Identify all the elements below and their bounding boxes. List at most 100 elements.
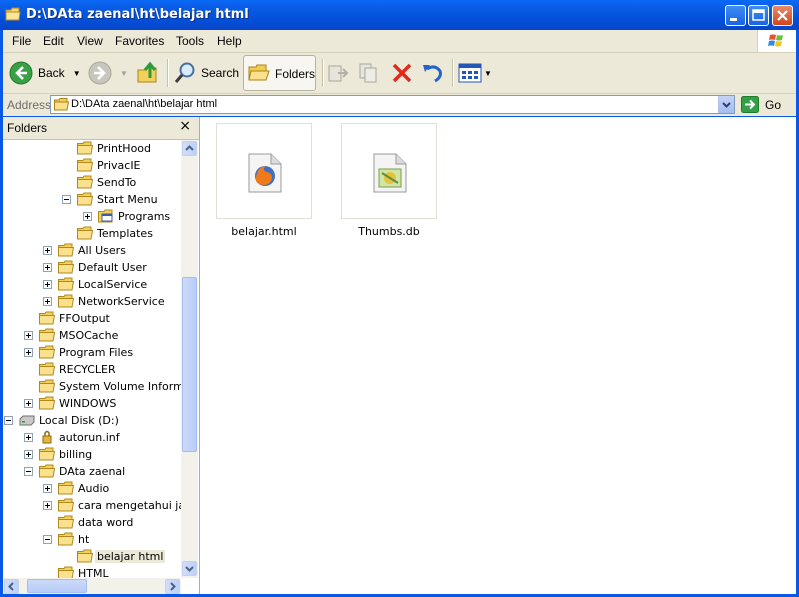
tree-item-label: Program Files: [59, 346, 134, 359]
expand-plus-icon[interactable]: [24, 348, 33, 357]
expand-plus-icon[interactable]: [43, 501, 52, 510]
tree-item[interactable]: ht: [3, 531, 181, 548]
collapse-minus-icon[interactable]: [4, 416, 13, 425]
folder-icon: [77, 549, 94, 563]
tree-item[interactable]: PrintHood: [3, 140, 181, 157]
menu-help[interactable]: Help: [217, 34, 242, 48]
forward-button[interactable]: ▼: [88, 56, 128, 90]
tree-item[interactable]: NetworkService: [3, 293, 181, 310]
expand-plus-icon[interactable]: [24, 433, 33, 442]
scroll-down-button[interactable]: [182, 561, 197, 576]
address-input[interactable]: D:\DAta zaenal\ht\belajar html: [50, 95, 735, 114]
expand-plus-icon[interactable]: [43, 246, 52, 255]
tree-item[interactable]: cara mengetahui jalu: [3, 497, 181, 514]
tree-item[interactable]: Templates: [3, 225, 181, 242]
horizontal-scrollbar[interactable]: [3, 578, 181, 594]
menu-tools[interactable]: Tools: [176, 34, 204, 48]
tree-item-label: belajar html: [95, 550, 166, 563]
folder-icon: [77, 175, 94, 189]
address-dropdown-button[interactable]: [718, 96, 734, 113]
delete-button[interactable]: [390, 56, 414, 90]
tree-item[interactable]: MSOCache: [3, 327, 181, 344]
tree-item[interactable]: SendTo: [3, 174, 181, 191]
minimize-button[interactable]: [725, 5, 746, 26]
menu-edit[interactable]: Edit: [43, 34, 64, 48]
expand-plus-icon[interactable]: [43, 484, 52, 493]
minimize-icon: [730, 18, 737, 21]
expand-plus-icon[interactable]: [24, 450, 33, 459]
tree-item[interactable]: FFOutput: [3, 310, 181, 327]
search-button[interactable]: Search: [173, 56, 239, 90]
scroll-left-button[interactable]: [4, 579, 19, 594]
folders-button[interactable]: Folders: [243, 55, 316, 91]
collapse-minus-icon[interactable]: [24, 467, 33, 476]
tree-item[interactable]: Local Disk (D:): [3, 412, 181, 429]
expand-plus-icon[interactable]: [43, 280, 52, 289]
undo-button[interactable]: [421, 56, 445, 90]
up-folder-button[interactable]: [136, 56, 162, 90]
tree-item[interactable]: Start Menu: [3, 191, 181, 208]
copy-to-button[interactable]: [357, 56, 381, 90]
folders-label: Folders: [275, 67, 316, 81]
tree-item-label: RECYCLER: [59, 363, 116, 376]
scroll-thumb[interactable]: [182, 277, 197, 452]
expand-plus-icon[interactable]: [24, 331, 33, 340]
tree-item[interactable]: Programs: [3, 208, 181, 225]
chevron-up-icon: [185, 145, 194, 151]
tree-item[interactable]: autorun.inf: [3, 429, 181, 446]
tree-item[interactable]: System Volume Informati: [3, 378, 181, 395]
tree-item-label: Programs: [118, 210, 171, 223]
tree-item-label: SendTo: [97, 176, 137, 189]
tree-item-label: NetworkService: [78, 295, 165, 308]
thumbs-db-file-icon: [373, 153, 407, 193]
folders-pane-title: Folders: [7, 121, 48, 135]
move-to-button[interactable]: [326, 56, 350, 90]
collapse-minus-icon[interactable]: [62, 195, 71, 204]
tree-item[interactable]: billing: [3, 446, 181, 463]
folders-pane: Folders × PrintHood PrivacIE SendTo Start M…: [3, 117, 200, 594]
tree-item[interactable]: PrivacIE: [3, 157, 181, 174]
vertical-scrollbar[interactable]: [181, 140, 198, 578]
menu-file[interactable]: File: [12, 34, 31, 48]
folder-icon: [58, 243, 75, 257]
tree-item[interactable]: belajar html: [3, 548, 181, 565]
pane-close-icon[interactable]: ×: [179, 118, 191, 134]
scroll-thumb[interactable]: [27, 579, 87, 593]
scroll-right-button[interactable]: [165, 579, 180, 594]
maximize-button[interactable]: [748, 5, 769, 26]
menu-favorites[interactable]: Favorites: [115, 34, 164, 48]
tree-item[interactable]: WINDOWS: [3, 395, 181, 412]
back-button[interactable]: Back ▼: [9, 56, 81, 90]
tree-item[interactable]: All Users: [3, 242, 181, 259]
folder-icon: [58, 294, 75, 308]
programs-folder-icon: [98, 209, 114, 223]
tree-item[interactable]: Audio: [3, 480, 181, 497]
back-dropdown-icon[interactable]: ▼: [73, 69, 81, 78]
go-button[interactable]: Go: [741, 95, 791, 114]
folder-tree: PrintHood PrivacIE SendTo Start Menu Program…: [3, 140, 181, 578]
file-list-view[interactable]: belajar.html Thumbs.db: [200, 117, 796, 594]
folder-icon: [39, 328, 56, 342]
tree-item[interactable]: HTML: [3, 565, 181, 578]
tree-item[interactable]: Default User: [3, 259, 181, 276]
forward-arrow-icon: [88, 61, 112, 85]
tree-item[interactable]: LocalService: [3, 276, 181, 293]
expand-plus-icon[interactable]: [43, 297, 52, 306]
scroll-up-button[interactable]: [182, 141, 197, 156]
tree-item[interactable]: data word: [3, 514, 181, 531]
folder-icon: [77, 226, 94, 240]
close-icon: [777, 10, 788, 21]
tree-item[interactable]: DAta zaenal: [3, 463, 181, 480]
menu-view[interactable]: View: [77, 34, 103, 48]
collapse-minus-icon[interactable]: [43, 535, 52, 544]
tree-item[interactable]: Program Files: [3, 344, 181, 361]
folder-icon: [77, 158, 94, 172]
folder-icon: [58, 498, 75, 512]
tree-item[interactable]: RECYCLER: [3, 361, 181, 378]
expand-plus-icon[interactable]: [24, 399, 33, 408]
title-bar[interactable]: D:\DAta zaenal\ht\belajar html: [0, 0, 799, 30]
expand-plus-icon[interactable]: [43, 263, 52, 272]
views-button[interactable]: ▼: [458, 56, 492, 90]
close-button[interactable]: [772, 5, 793, 26]
expand-plus-icon[interactable]: [83, 212, 92, 221]
